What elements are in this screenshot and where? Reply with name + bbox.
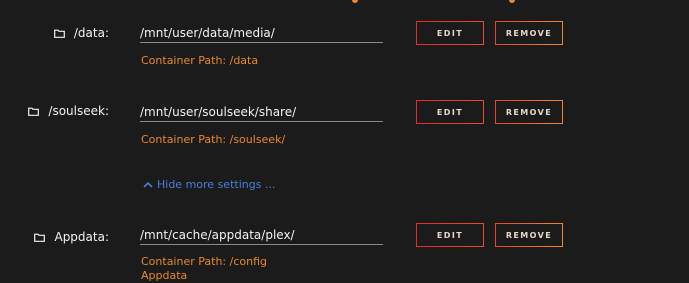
folder-icon (28, 107, 40, 116)
edit-button[interactable]: EDIT (416, 223, 484, 247)
container-path-text: Container Path: /soulseek/ (141, 133, 286, 146)
mapping-label: /data: (53, 26, 109, 40)
folder-icon (53, 29, 65, 38)
mapping-label-text: /data: (73, 26, 109, 40)
container-path-text: Container Path: /data (141, 54, 259, 67)
remove-button[interactable]: REMOVE (495, 21, 563, 45)
mapping-label: Appdata: (34, 230, 109, 244)
host-path-input[interactable] (140, 226, 383, 245)
hide-more-settings-label: Hide more settings ... (157, 178, 276, 191)
chevron-up-icon (143, 181, 153, 188)
edit-button[interactable]: EDIT (416, 21, 484, 45)
hide-more-settings-link[interactable]: Hide more settings ... (143, 178, 275, 191)
mapping-label-text: /soulseek: (48, 104, 109, 118)
host-path-input[interactable] (140, 103, 383, 122)
mapping-label: /soulseek: (28, 104, 109, 118)
remove-button[interactable]: REMOVE (495, 223, 563, 247)
edit-button[interactable]: EDIT (416, 100, 484, 124)
folder-icon (34, 233, 46, 242)
mapping-description: Appdata (141, 269, 188, 282)
clipped-top-decoration (352, 0, 358, 3)
clipped-top-decoration (509, 0, 515, 3)
remove-button[interactable]: REMOVE (495, 100, 563, 124)
mapping-label-text: Appdata: (54, 230, 109, 244)
container-path-text: Container Path: /config (141, 255, 267, 268)
host-path-input[interactable] (140, 24, 383, 43)
